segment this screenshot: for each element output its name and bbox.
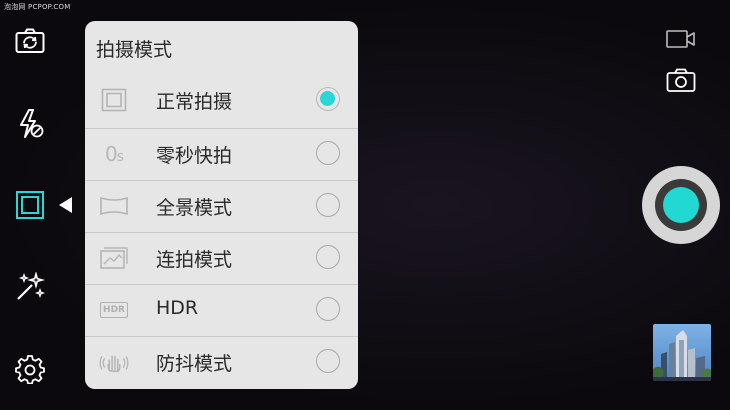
shutter-button[interactable] [642,166,720,244]
watermark: 泡泡网 PCPOP.COM [4,3,71,11]
radio-unselected[interactable] [316,141,340,165]
radio-unselected[interactable] [316,297,340,321]
shutter-ring [655,179,707,231]
photo-mode-button[interactable] [665,66,697,94]
stabilize-hand-icon [99,349,129,375]
video-camera-icon [666,30,695,48]
shutter-core [663,187,699,223]
burst-icon [99,245,129,271]
mode-option-burst[interactable]: 连拍模式 [85,232,358,284]
panel-title: 拍摄模式 [96,39,173,61]
mode-option-panorama[interactable]: 全景模式 [85,180,358,232]
panorama-icon [99,193,129,219]
mode-frame-icon [16,191,44,219]
radio-unselected[interactable] [316,193,340,217]
switch-camera-button[interactable] [14,25,46,57]
camera-switch-icon [15,28,45,53]
mode-button[interactable] [14,189,46,221]
mode-label: HDR [156,297,199,319]
flash-off-icon [20,109,44,138]
popup-pointer [59,197,72,213]
video-mode-button[interactable] [665,27,697,51]
settings-button[interactable] [14,353,46,385]
mode-option-stabilize[interactable]: 防抖模式 [85,336,358,388]
magic-wand-icon [17,272,45,300]
mode-label: 连拍模式 [156,249,233,271]
shooting-mode-panel: 拍摄模式 正常拍摄 0s 零秒快拍 全景模式 连拍模式 HDR HDR 防抖模式 [85,21,358,389]
flash-button[interactable] [14,108,46,140]
hdr-icon: HDR [99,297,129,323]
gear-icon [15,355,45,384]
radio-selected[interactable] [316,87,340,111]
frame-icon [99,87,129,113]
mode-option-zero-shutter[interactable]: 0s 零秒快拍 [85,128,358,180]
radio-unselected[interactable] [316,245,340,269]
mode-label: 防抖模式 [156,353,233,375]
last-photo-thumbnail[interactable] [653,324,711,381]
mode-label: 零秒快拍 [156,145,233,167]
mode-option-normal[interactable]: 正常拍摄 [85,75,358,127]
mode-label: 全景模式 [156,197,233,219]
zero-seconds-icon: 0s [104,142,124,166]
camera-icon [666,68,696,92]
mode-label: 正常拍摄 [156,91,233,113]
filters-button[interactable] [14,271,46,303]
radio-unselected[interactable] [316,349,340,373]
mode-option-hdr[interactable]: HDR HDR [85,284,358,336]
